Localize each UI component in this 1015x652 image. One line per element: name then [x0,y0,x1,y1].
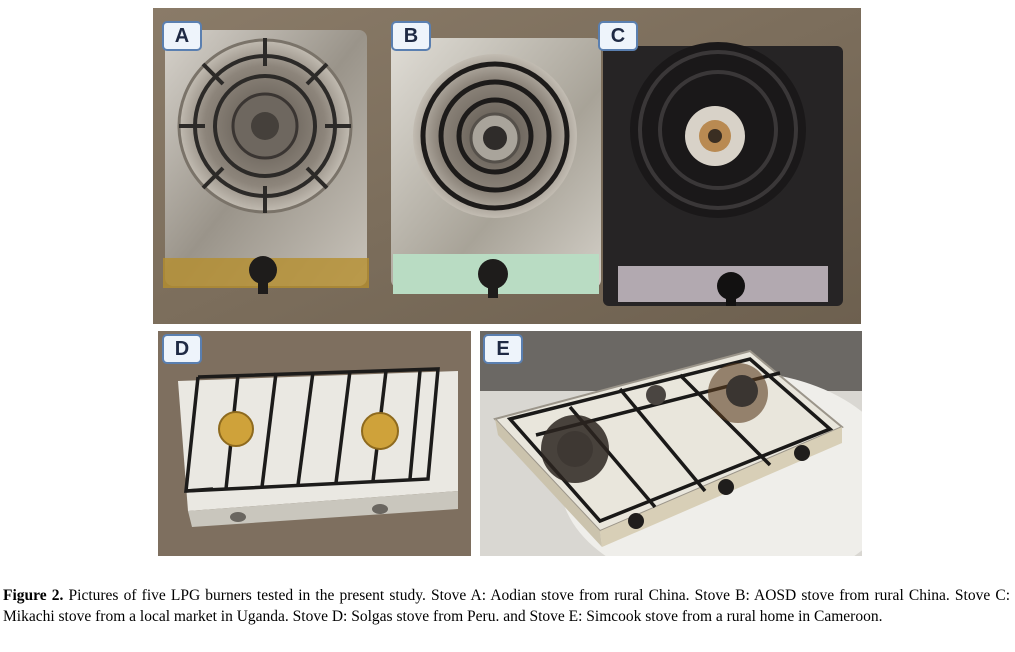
panel-label-d: D [162,334,202,364]
panel-label-b: B [391,21,431,51]
photo-stove-d [158,331,471,556]
panel-label-c: C [598,21,638,51]
stove-e-illustration [480,331,862,556]
figure-caption-text: Pictures of five LPG burners tested in t… [3,587,1011,625]
figure-label: Figure 2. [3,587,64,604]
stove-a-drawing [163,30,369,294]
stoves-abc-illustration [153,8,861,324]
panel-label-e: E [483,334,523,364]
figure-caption: Figure 2. Pictures of five LPG burners t… [3,586,1010,627]
stove-b-drawing [391,38,601,298]
photo-stove-e [480,331,862,556]
panel-label-a: A [162,21,202,51]
stove-c-drawing [603,42,843,306]
stove-d-illustration [158,331,471,556]
photo-top-stoves-abc [153,8,861,324]
